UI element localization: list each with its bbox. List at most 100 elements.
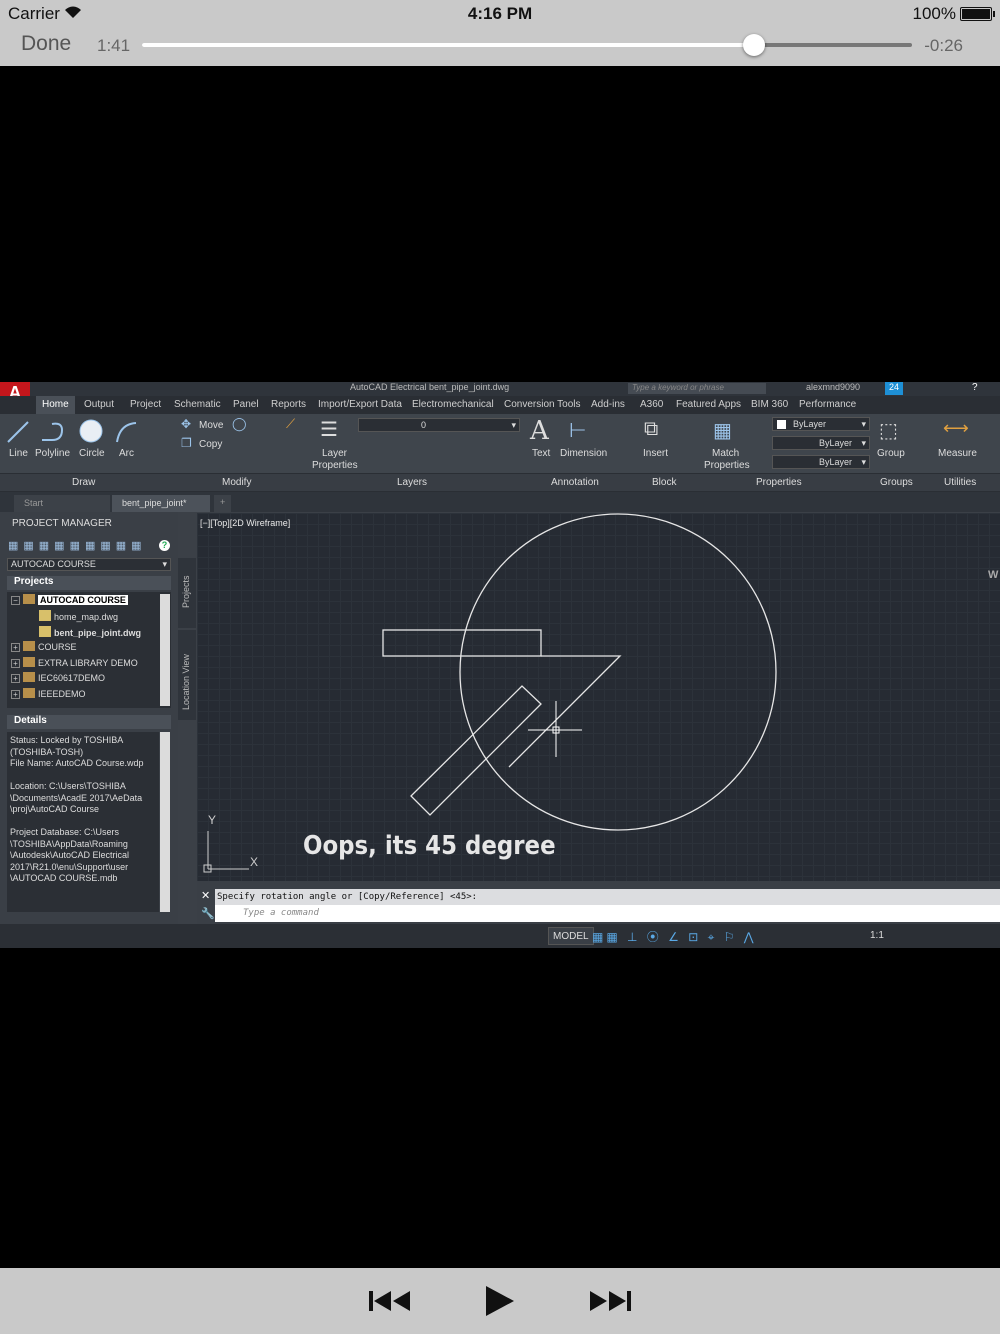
tab-output[interactable]: Output bbox=[84, 399, 114, 410]
line-tool[interactable]: Line bbox=[9, 448, 28, 459]
model-space-button[interactable]: MODEL bbox=[548, 927, 594, 945]
line-icon[interactable] bbox=[6, 420, 30, 444]
scrubber-thumb[interactable] bbox=[743, 34, 766, 56]
layer-properties-icon[interactable]: ☰ bbox=[320, 417, 338, 442]
measure-tool[interactable]: Measure bbox=[938, 448, 977, 459]
tab-schematic[interactable]: Schematic bbox=[174, 399, 221, 410]
move-tool[interactable]: Move bbox=[199, 420, 223, 431]
details-section-header[interactable]: Details bbox=[7, 715, 171, 729]
panel-annotation[interactable]: Annotation bbox=[551, 477, 599, 488]
tab-reports[interactable]: Reports bbox=[271, 399, 306, 410]
search-input[interactable]: Type a keyword or phrase bbox=[628, 383, 766, 394]
copy-icon[interactable]: ❐ bbox=[181, 436, 192, 450]
projects-scrollbar[interactable] bbox=[160, 594, 170, 706]
tab-performance[interactable]: Performance bbox=[799, 399, 856, 410]
tab-featured-apps[interactable]: Featured Apps bbox=[676, 399, 741, 410]
tab-project[interactable]: Project bbox=[130, 399, 161, 410]
panel-draw[interactable]: Draw bbox=[72, 477, 95, 488]
autocad-status-bar: MODEL ▦▦ ⊥ ⦿ ∠ ⊡ ⌖ ⚐ ⋀ 1:1 bbox=[0, 924, 1000, 948]
group-icon[interactable]: ⬚ bbox=[879, 418, 898, 443]
tab-conversion-tools[interactable]: Conversion Tools bbox=[504, 399, 581, 410]
dimension-tool[interactable]: Dimension bbox=[560, 448, 607, 459]
notification-badge[interactable]: 24 bbox=[885, 382, 904, 395]
tree-item-extra-library-demo[interactable]: + EXTRA LIBRARY DEMO bbox=[11, 657, 138, 668]
new-tab-button[interactable]: + bbox=[214, 495, 232, 512]
play-icon[interactable] bbox=[482, 1280, 518, 1322]
projects-side-tab[interactable]: Projects bbox=[178, 558, 196, 628]
text-icon[interactable]: A bbox=[530, 416, 549, 446]
tree-item-ieeedemo[interactable]: + IEEEDEMO bbox=[11, 688, 86, 699]
arc-icon[interactable] bbox=[114, 420, 140, 444]
dimension-icon[interactable]: ⊢ bbox=[569, 418, 586, 443]
rotated-rectangle-entity bbox=[410, 685, 542, 816]
help-icon[interactable]: ? bbox=[972, 382, 978, 393]
polyline-icon[interactable] bbox=[40, 420, 66, 444]
linetype-dropdown[interactable]: ByLayer ▾ bbox=[772, 436, 870, 450]
tab-home[interactable]: Home bbox=[36, 396, 75, 414]
match-properties-label-2[interactable]: Properties bbox=[704, 460, 750, 471]
drawing-canvas[interactable]: [−][Top][2D Wireframe] Y X W Oops, its 4… bbox=[197, 513, 1000, 881]
match-properties-label-1[interactable]: Match bbox=[712, 448, 739, 459]
tab-panel[interactable]: Panel bbox=[233, 399, 259, 410]
annotation-scale[interactable]: 1:1 bbox=[870, 930, 884, 941]
done-button[interactable]: Done bbox=[21, 32, 71, 56]
wrench-icon[interactable]: 🔧 bbox=[201, 907, 215, 920]
circle-tool[interactable]: Circle bbox=[79, 448, 105, 459]
project-manager-toolbar[interactable]: ▦▦▦▦▦▦▦▦▦ bbox=[8, 539, 147, 552]
command-input[interactable]: Type a command bbox=[215, 905, 1000, 922]
copy-tool[interactable]: Copy bbox=[199, 439, 222, 450]
panel-utilities[interactable]: Utilities bbox=[944, 477, 976, 488]
circle-icon[interactable] bbox=[78, 418, 104, 444]
text-tool[interactable]: Text bbox=[532, 448, 550, 459]
close-icon[interactable]: ✕ bbox=[201, 889, 210, 902]
layer-properties-label-1[interactable]: Layer bbox=[322, 448, 347, 459]
polyline-tool[interactable]: Polyline bbox=[35, 448, 70, 459]
video-player-top-bar: Carrier 4:16 PM 100% Done 1:41 -0:26 bbox=[0, 0, 1000, 66]
tree-item-course[interactable]: + COURSE bbox=[11, 641, 77, 652]
insert-icon[interactable]: ⧉ bbox=[644, 418, 658, 441]
user-name[interactable]: alexmnd9090 bbox=[806, 382, 860, 392]
layer-properties-label-2[interactable]: Properties bbox=[312, 460, 358, 471]
video-frame[interactable]: AutoCAD Electrical bent_pipe_joint.dwg T… bbox=[0, 382, 1000, 948]
scrubber-track[interactable] bbox=[142, 43, 912, 47]
chevron-down-icon: ▾ bbox=[861, 419, 866, 429]
help-icon[interactable]: ? bbox=[159, 540, 170, 551]
panel-layers[interactable]: Layers bbox=[397, 477, 427, 488]
skip-forward-icon[interactable] bbox=[587, 1280, 633, 1322]
tree-item-home-map[interactable]: home_map.dwg bbox=[39, 610, 118, 622]
viewcube-west-label[interactable]: W bbox=[988, 569, 998, 581]
move-icon[interactable]: ✥ bbox=[181, 417, 191, 431]
project-selector[interactable]: AUTOCAD COURSE ▾ bbox=[7, 558, 171, 571]
tab-electromechanical[interactable]: Electromechanical bbox=[412, 399, 494, 410]
trim-icon[interactable]: ⟋ bbox=[286, 416, 295, 432]
rotate-icon[interactable]: ◯ bbox=[232, 416, 247, 432]
tree-item-bent-pipe-joint[interactable]: bent_pipe_joint.dwg bbox=[39, 626, 141, 638]
group-tool[interactable]: Group bbox=[877, 448, 905, 459]
tab-add-ins[interactable]: Add-ins bbox=[591, 399, 625, 410]
tree-item-iec60617demo[interactable]: + IEC60617DEMO bbox=[11, 672, 105, 683]
lineweight-dropdown-value: ByLayer bbox=[819, 457, 853, 467]
drafting-toggles[interactable]: ▦▦ ⊥ ⦿ ∠ ⊡ ⌖ ⚐ ⋀ bbox=[592, 928, 757, 945]
panel-block[interactable]: Block bbox=[652, 477, 676, 488]
panel-properties[interactable]: Properties bbox=[756, 477, 802, 488]
skip-back-icon[interactable] bbox=[367, 1280, 413, 1322]
tab-a360[interactable]: A360 bbox=[640, 399, 663, 410]
tab-start[interactable]: Start bbox=[14, 495, 110, 512]
arc-tool[interactable]: Arc bbox=[119, 448, 134, 459]
location-view-side-tab[interactable]: Location View bbox=[178, 630, 196, 720]
projects-section-header[interactable]: Projects bbox=[7, 576, 171, 590]
details-scrollbar[interactable] bbox=[160, 732, 170, 912]
lineweight-dropdown[interactable]: ByLayer ▾ bbox=[772, 455, 870, 469]
tab-bim-360[interactable]: BIM 360 bbox=[751, 399, 788, 410]
panel-groups[interactable]: Groups bbox=[880, 477, 913, 488]
tree-item-autocad-course[interactable]: − AUTOCAD COURSE bbox=[11, 594, 128, 605]
tab-bent-pipe-joint[interactable]: bent_pipe_joint* bbox=[112, 495, 210, 512]
tab-import-export-data[interactable]: Import/Export Data bbox=[318, 399, 402, 410]
color-dropdown[interactable]: ByLayer ▾ bbox=[772, 417, 870, 431]
layer-dropdown[interactable]: 0 ▾ bbox=[358, 418, 520, 432]
battery-level-fill bbox=[962, 9, 990, 19]
panel-modify[interactable]: Modify bbox=[222, 477, 251, 488]
insert-tool[interactable]: Insert bbox=[643, 448, 668, 459]
match-properties-icon[interactable]: ▦ bbox=[713, 418, 732, 443]
measure-icon[interactable]: ⟷ bbox=[943, 418, 969, 439]
